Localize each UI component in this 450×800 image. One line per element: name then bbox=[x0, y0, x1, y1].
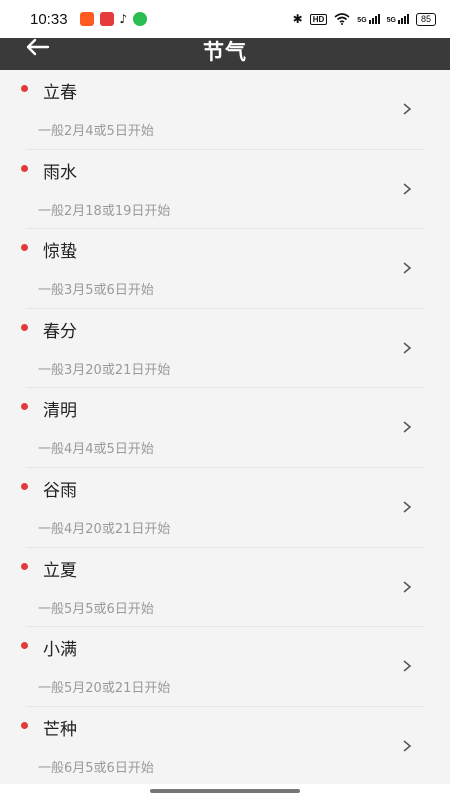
term-name: 立夏 bbox=[43, 560, 77, 581]
wifi-icon bbox=[334, 13, 350, 25]
term-name: 雨水 bbox=[43, 162, 77, 183]
list-item[interactable]: 雨水 一般2月18或19日开始 bbox=[0, 150, 450, 230]
term-date: 一般2月18或19日开始 bbox=[38, 203, 171, 219]
term-date: 一般5月20或21日开始 bbox=[38, 681, 171, 697]
term-date: 一般5月5或6日开始 bbox=[38, 601, 154, 617]
hd-badge: HD bbox=[309, 13, 328, 25]
list-item[interactable]: 小满 一般5月20或21日开始 bbox=[0, 627, 450, 707]
chevron-right-icon bbox=[403, 660, 412, 672]
home-indicator[interactable] bbox=[150, 789, 300, 793]
bullet-dot bbox=[21, 562, 28, 570]
chevron-right-icon bbox=[403, 421, 412, 433]
tiktok-icon: ♪ bbox=[119, 12, 128, 26]
list-item[interactable]: 芒种 一般6月5或6日开始 bbox=[0, 707, 450, 784]
chevron-right-icon bbox=[403, 501, 412, 513]
bullet-dot bbox=[21, 642, 28, 650]
chevron-right-icon bbox=[403, 103, 412, 115]
term-name: 清明 bbox=[43, 401, 77, 422]
battery-indicator: 85 bbox=[415, 12, 436, 26]
chevron-right-icon bbox=[403, 262, 412, 274]
term-name: 立春 bbox=[43, 83, 77, 103]
bullet-dot bbox=[21, 403, 28, 411]
bullet-dot bbox=[21, 164, 28, 172]
bluetooth-icon: ✱ bbox=[292, 12, 303, 26]
term-name: 谷雨 bbox=[43, 480, 77, 501]
term-name: 惊蛰 bbox=[43, 242, 77, 263]
term-date: 一般4月4或5日开始 bbox=[38, 442, 154, 458]
term-date: 一般2月4或5日开始 bbox=[38, 124, 154, 139]
status-right: ✱ HD 5G 5G 85 bbox=[293, 12, 436, 26]
bullet-dot bbox=[21, 482, 28, 490]
chevron-right-icon bbox=[403, 740, 412, 752]
solar-terms-list: 立春 一般2月4或5日开始 雨水 一般2月18或19日开始 惊蛰 一般3月5或6… bbox=[0, 70, 450, 784]
term-date: 一般3月20或21日开始 bbox=[38, 362, 171, 378]
list-item[interactable]: 立夏 一般5月5或6日开始 bbox=[0, 548, 450, 628]
bullet-dot bbox=[21, 721, 28, 729]
bullet-dot bbox=[21, 244, 28, 252]
list-item[interactable]: 春分 一般3月20或21日开始 bbox=[0, 309, 450, 389]
gesture-area bbox=[0, 784, 450, 800]
list-item[interactable]: 惊蛰 一般3月5或6日开始 bbox=[0, 229, 450, 309]
app-header: 节气 bbox=[0, 38, 450, 70]
chevron-right-icon bbox=[403, 183, 412, 195]
chevron-right-icon bbox=[403, 342, 412, 354]
bullet-dot bbox=[21, 323, 28, 331]
bullet-dot bbox=[21, 85, 28, 92]
signal-2: 5G bbox=[387, 14, 409, 24]
list-item[interactable]: 清明 一般4月4或5日开始 bbox=[0, 388, 450, 468]
term-date: 一般6月5或6日开始 bbox=[38, 760, 154, 776]
signal-1: 5G bbox=[357, 14, 380, 24]
term-name: 小满 bbox=[43, 640, 77, 661]
status-time: 10:33 bbox=[30, 10, 68, 28]
chevron-right-icon bbox=[403, 580, 412, 593]
term-name: 春分 bbox=[43, 321, 77, 342]
wechat-icon bbox=[133, 12, 148, 26]
status-bar: 10:33 ♪ ✱ HD 5G 5G 85 bbox=[0, 0, 450, 38]
term-name: 芒种 bbox=[43, 719, 77, 740]
list-item[interactable]: 谷雨 一般4月20或21日开始 bbox=[0, 468, 450, 548]
term-date: 一般3月5或6日开始 bbox=[38, 283, 154, 299]
list-item[interactable]: 立春 一般2月4或5日开始 bbox=[0, 70, 450, 150]
term-date: 一般4月20或21日开始 bbox=[38, 521, 171, 537]
page-title: 节气 bbox=[203, 40, 247, 64]
notification-icons: ♪ bbox=[79, 12, 148, 26]
app-news-icon bbox=[99, 12, 114, 26]
app-badge-icon bbox=[79, 12, 94, 26]
